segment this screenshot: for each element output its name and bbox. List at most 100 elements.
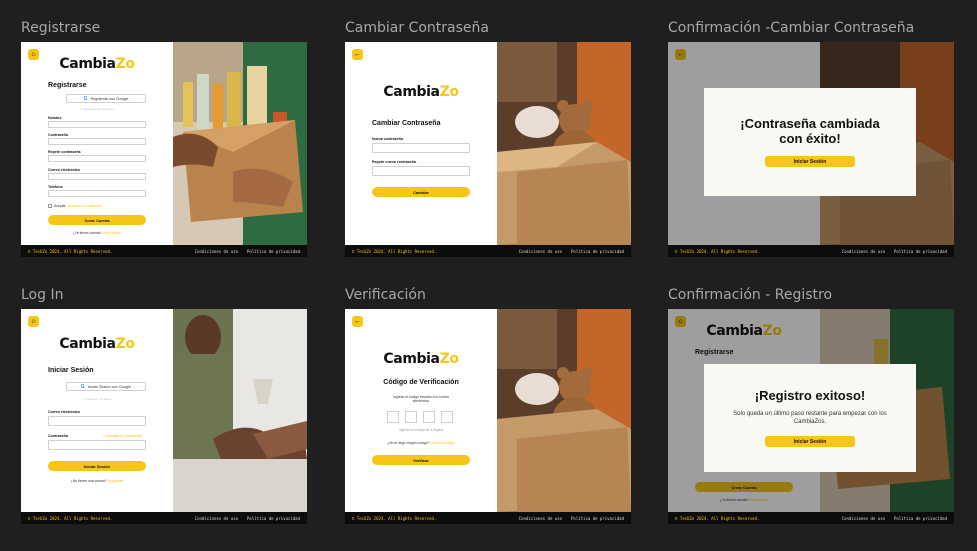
login-button[interactable]: Iniciar Sesión [765,436,855,448]
nombre-input[interactable] [48,121,146,128]
label-new-password: Nueva contraseña [372,137,403,141]
google-icon: G [83,95,88,102]
label-nombre: Nombre [48,116,62,120]
footer-copyright: © TecUZo 2024. All Rights Reserved. [28,248,113,254]
logo: CambiaZo [383,84,459,100]
repeat-password-input[interactable] [48,155,146,162]
footer-terms-link[interactable]: Condiciones de uso [519,516,562,521]
form-panel: ← CambiaZo Cambiar Contraseña Nueva cont… [345,42,497,245]
code-digit-2[interactable] [405,411,417,423]
back-arrow-icon[interactable]: ← [352,316,363,327]
footer-terms-link[interactable]: Condiciones de uso [842,516,885,521]
frame-title-registrarse: Registrarse [21,20,101,36]
form-panel: ← CambiaZo Código de Verificación Ingres… [345,309,497,512]
footer-terms-link[interactable]: Condiciones de uso [195,249,238,254]
logo: CambiaZo [59,336,135,352]
teddy-box-illustration [497,309,631,512]
label-correo: Correo electrónico [48,168,80,172]
accept-checkbox[interactable] [48,204,52,208]
divider-text: o inicia con tu correo [83,397,111,401]
footer-copyright: © TecUZo 2024. All Rights Reserved. [28,515,113,521]
frame-title-login: Log In [21,287,64,303]
handshake-illustration [173,309,307,512]
frame-title-verificacion: Verificación [345,287,426,303]
email-input[interactable] [48,416,146,426]
grocery-box-illustration [173,42,307,245]
google-button-label: Iniciar Sesión con Google [87,384,132,389]
resend-link[interactable]: Reenviar código [430,441,455,445]
footer-privacy-link[interactable]: Política de privacidad [247,516,300,521]
change-password-button[interactable]: Cambiar [372,187,470,197]
hero-photo-grocery-box [173,42,307,245]
footer: © TecUZo 2024. All Rights Reserved. Cond… [345,245,631,257]
footer-privacy-link[interactable]: Política de privacidad [894,249,947,254]
hero-photo-teddy-box [497,42,631,245]
frame-confirm-cambiar: ← ¡Contraseña cambiada con éxito! Inicia… [668,42,954,257]
verify-button[interactable]: Verificar [372,455,470,465]
code-digit-3[interactable] [423,411,435,423]
accept-label: Aceptar [54,204,66,208]
footer: © TecUZo 2024. All Rights Reserved. Cond… [21,245,307,257]
accept-terms-row[interactable]: Aceptar términos y condiciones [48,204,102,208]
code-digit-1[interactable] [387,411,399,423]
frame-title-confirm-registro: Confirmación - Registro [668,287,833,303]
footer-terms-link[interactable]: Condiciones de uso [842,249,885,254]
email-input[interactable] [48,173,146,180]
google-signup-button[interactable]: G Regístrate con Google [66,94,146,103]
home-icon[interactable]: ⌂ [28,316,39,327]
login-prompt-text: ¿Ya tienes cuenta? [72,231,102,235]
signup-prompt: ¿No tienes una cuenta? Regístrate [48,479,146,483]
frame-login: ⌂ CambiaZo Iniciar Sesión G Iniciar Sesió… [21,309,307,524]
success-modal: ¡Contraseña cambiada con éxito! Iniciar … [704,88,916,196]
forgot-password-link[interactable]: ¿Olvidaste tu contraseña? [103,434,143,438]
form-panel: ⌂ CambiaZo Iniciar Sesión G Iniciar Sesió… [21,309,173,512]
frame-title-confirm-cambiar: Confirmación -Cambiar Contraseña [668,20,915,36]
code-digit-4[interactable] [441,411,453,423]
login-link[interactable]: Inicia sesión [103,231,122,235]
repeat-new-password-input[interactable] [372,166,470,176]
code-hint: Ingresa el código de 4 dígitos [398,428,444,432]
frame-cambiar-contrasena: ← CambiaZo Cambiar Contraseña Nueva cont… [345,42,631,257]
footer-privacy-link[interactable]: Política de privacidad [894,516,947,521]
resend-prompt-text: ¿No te llegó ningún código? [387,441,430,445]
verification-instructions: Ingresa el código enviado a tu correo el… [393,395,449,403]
label-contrasena: Contraseña [48,133,68,137]
footer: © TecUZo 2024. All Rights Reserved. Cond… [345,512,631,524]
footer: © TecUZo 2024. All Rights Reserved. Cond… [21,512,307,524]
google-icon: G [80,383,85,390]
logo: CambiaZo [59,56,135,72]
frame-title-cambiar: Cambiar Contraseña [345,20,489,36]
new-password-input[interactable] [372,143,470,153]
footer-copyright: © TecUZo 2024. All Rights Reserved. [675,248,760,254]
footer-copyright: © TecUZo 2024. All Rights Reserved. [675,515,760,521]
footer-copyright: © TecUZo 2024. All Rights Reserved. [352,515,437,521]
login-button[interactable]: Iniciar Sesión [765,156,855,168]
create-account-button[interactable]: Crear Cuenta [48,215,146,225]
footer-privacy-link[interactable]: Política de privacidad [571,516,624,521]
back-arrow-icon[interactable]: ← [352,49,363,60]
google-login-button[interactable]: G Iniciar Sesión con Google [66,382,146,391]
footer-privacy-link[interactable]: Política de privacidad [571,249,624,254]
hero-photo-teddy-box [497,309,631,512]
footer-terms-link[interactable]: Condiciones de uso [195,516,238,521]
footer-terms-link[interactable]: Condiciones de uso [519,249,562,254]
success-modal: ¡Registro exitoso! Solo queda un último … [704,364,916,472]
signup-link[interactable]: Regístrate [108,479,124,483]
label-correo: Correo electrónico [48,410,80,414]
label-repetir: Repetir contraseña [48,150,81,154]
login-button[interactable]: Iniciar Sesión [48,461,146,471]
terms-link[interactable]: términos y condiciones [68,204,103,208]
label-telefono: Teléfono [48,185,63,189]
page-heading: Registrarse [48,82,87,89]
phone-input[interactable] [48,190,146,197]
modal-title: ¡Contraseña cambiada con éxito! [740,115,880,146]
hero-photo-handshake [173,309,307,512]
divider-text: o regístrate con tu correo [80,107,114,111]
password-input[interactable] [48,138,146,145]
modal-message: Solo queda un último paso restante para … [733,411,887,425]
frame-registrarse: ⌂ CambiaZo Registrarse G Regístrate con G… [21,42,307,257]
form-panel: ⌂ CambiaZo Registrarse G Regístrate con G… [21,42,173,245]
footer-privacy-link[interactable]: Política de privacidad [247,249,300,254]
google-button-label: Regístrate con Google [90,96,129,101]
password-input[interactable] [48,440,146,450]
